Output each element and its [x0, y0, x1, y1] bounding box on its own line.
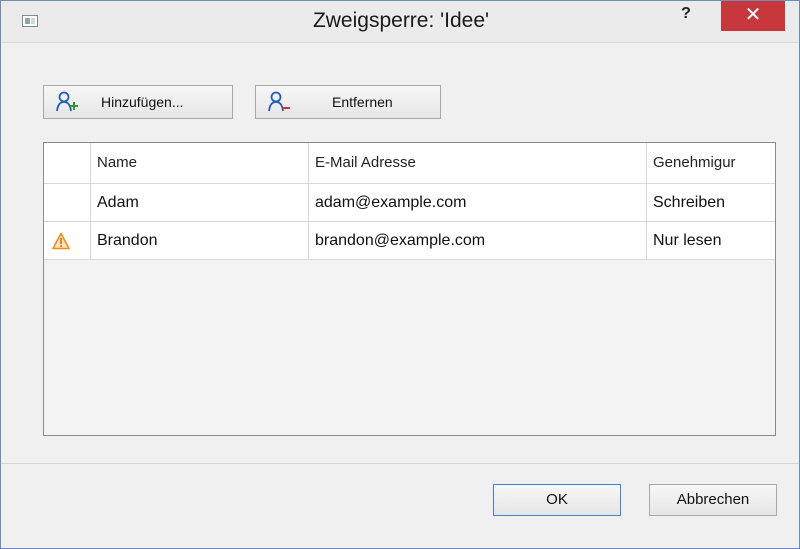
close-button[interactable]: ✕ — [721, 1, 785, 31]
add-user-icon — [56, 91, 78, 112]
column-header-email[interactable]: E-Mail Adresse — [309, 143, 647, 183]
row-permission: Schreiben — [653, 194, 726, 211]
dialog-window: Zweigsperre: 'Idee' ? ✕ Hinzufügen... En… — [0, 0, 800, 549]
row-email: brandon@example.com — [309, 222, 647, 259]
help-button[interactable]: ? — [675, 5, 697, 27]
add-user-button[interactable]: Hinzufügen... — [43, 85, 233, 119]
ok-button[interactable]: OK — [493, 484, 621, 516]
table-row[interactable]: Brandon brandon@example.com Nur lesen — [44, 222, 775, 260]
row-email: adam@example.com — [309, 184, 647, 221]
remove-user-button[interactable]: Entfernen — [255, 85, 441, 119]
column-header-status[interactable] — [44, 143, 91, 183]
footer-divider — [1, 463, 799, 464]
title-bar: Zweigsperre: 'Idee' ? ✕ — [1, 1, 799, 43]
add-button-label: Hinzufügen... — [101, 94, 184, 110]
cancel-button[interactable]: Abbrechen — [649, 484, 777, 516]
row-permission: Nur lesen — [653, 232, 722, 249]
users-table: Name E-Mail Adresse Genehmigur Adam adam… — [43, 142, 776, 436]
remove-user-icon — [268, 91, 290, 112]
remove-button-label: Entfernen — [332, 94, 393, 110]
row-name: Brandon — [91, 222, 309, 259]
row-name: Adam — [91, 184, 309, 221]
row-status-cell — [44, 184, 91, 221]
column-header-permission[interactable]: Genehmigur — [647, 143, 775, 183]
row-status-cell — [44, 222, 91, 259]
table-header: Name E-Mail Adresse Genehmigur — [44, 143, 775, 184]
column-header-name[interactable]: Name — [91, 143, 309, 183]
warning-icon — [52, 232, 70, 250]
table-row[interactable]: Adam adam@example.com Schreiben — [44, 184, 775, 222]
